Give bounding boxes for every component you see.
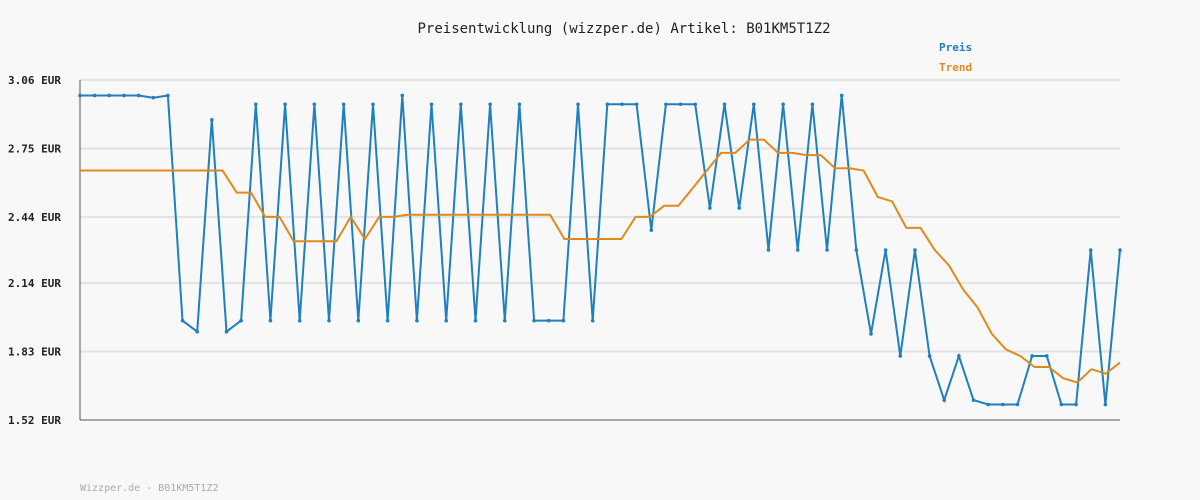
data-point — [693, 102, 698, 107]
data-point — [854, 248, 859, 252]
data-point — [356, 318, 361, 323]
y-tick-label: 2.14 EUR — [8, 277, 61, 290]
data-point — [664, 102, 668, 107]
data-point — [825, 248, 829, 252]
series-line-trend — [80, 138, 1121, 384]
data-point — [429, 102, 434, 107]
legend-trend: Trend — [939, 61, 972, 74]
data-point — [810, 102, 815, 107]
data-point — [1118, 248, 1122, 252]
data-point — [605, 102, 610, 107]
data-point — [1044, 354, 1049, 358]
data-point — [1088, 248, 1093, 252]
data-point — [722, 102, 727, 107]
data-point — [180, 318, 185, 323]
y-axis: 3.06 EUR 2.75 EUR 2.44 EUR 2.14 EUR 1.83 EUR… — [8, 74, 81, 427]
data-point — [502, 318, 507, 323]
data-point — [371, 102, 375, 107]
data-point — [327, 318, 331, 323]
data-point — [268, 318, 273, 323]
data-point — [766, 248, 771, 252]
plot-area — [78, 93, 1122, 407]
chart-legend: Preis Trend — [939, 41, 972, 74]
data-point — [253, 102, 258, 107]
data-point — [122, 93, 126, 98]
data-point — [795, 248, 800, 252]
data-point — [561, 318, 566, 323]
data-point — [297, 318, 302, 323]
data-point — [576, 102, 580, 107]
chart-title: Preisentwicklung (wizzper.de) Artikel: B… — [417, 21, 830, 37]
data-point — [444, 318, 448, 323]
data-point — [971, 398, 976, 402]
data-point — [195, 329, 199, 334]
data-point — [341, 102, 346, 107]
data-point — [883, 248, 888, 252]
data-point — [107, 93, 112, 98]
data-point — [415, 318, 419, 323]
series-trend — [80, 138, 1121, 384]
data-point — [78, 93, 82, 98]
data-point — [620, 102, 624, 107]
data-point — [898, 354, 903, 358]
data-point — [385, 318, 390, 323]
series-preis — [78, 93, 1122, 407]
data-point — [986, 402, 990, 407]
data-point — [488, 102, 492, 107]
data-point — [1015, 402, 1020, 407]
data-point — [913, 248, 917, 252]
legend-preis: Preis — [939, 41, 972, 54]
data-point — [678, 102, 683, 107]
data-point — [737, 206, 741, 210]
data-point — [166, 93, 170, 98]
data-point — [1059, 402, 1064, 407]
data-point — [590, 318, 595, 323]
data-point — [151, 95, 156, 100]
y-tick-label: 1.52 EUR — [8, 414, 61, 427]
y-tick-label: 1.83 EUR — [8, 346, 61, 359]
data-point — [869, 332, 873, 336]
data-point — [957, 354, 961, 358]
data-point — [312, 102, 317, 107]
chart-footer: Wizzper.de - B01KM5T1Z2 — [80, 483, 218, 494]
data-point — [708, 206, 712, 210]
series-line-preis — [80, 94, 1121, 406]
data-point — [927, 354, 932, 358]
data-point — [136, 93, 141, 98]
data-point — [1074, 402, 1078, 407]
data-point — [649, 228, 654, 232]
data-point — [781, 102, 785, 107]
data-point — [634, 102, 639, 107]
data-point — [839, 93, 844, 98]
data-point — [224, 329, 229, 334]
price-chart: Preisentwicklung (wizzper.de) Artikel: B… — [8, 21, 1122, 494]
data-point — [546, 318, 551, 323]
data-point — [1001, 402, 1005, 407]
y-tick-label: 2.75 EUR — [8, 142, 61, 155]
data-point — [92, 93, 97, 98]
data-point — [283, 102, 287, 107]
data-point — [210, 117, 214, 122]
data-point — [942, 398, 947, 402]
data-point — [1103, 402, 1108, 407]
data-point — [459, 102, 463, 107]
y-tick-label: 2.44 EUR — [8, 211, 61, 224]
data-point — [473, 318, 478, 323]
data-point — [532, 318, 536, 323]
data-point — [1030, 354, 1034, 358]
data-point — [517, 102, 522, 107]
data-point — [239, 318, 243, 323]
data-point — [400, 93, 405, 98]
data-point — [752, 102, 756, 107]
y-tick-label: 3.06 EUR — [8, 74, 61, 87]
